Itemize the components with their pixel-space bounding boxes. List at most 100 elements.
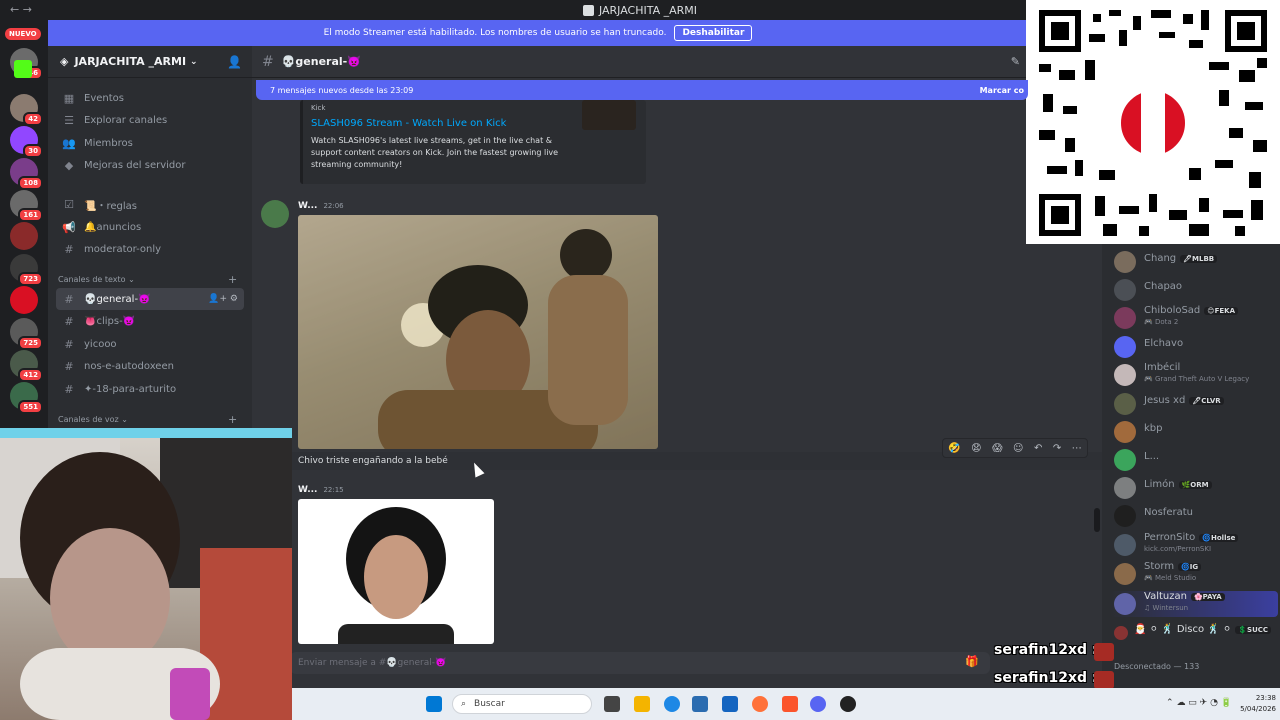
avatar [1114, 307, 1136, 329]
server-icon-2[interactable]: 42 [10, 94, 43, 126]
member-item[interactable]: Elchavo [1114, 334, 1278, 360]
sidebar-item-browse[interactable]: ☰ Explorar canales [56, 109, 244, 131]
reaction-emoji-icon[interactable]: 😧 [971, 443, 981, 454]
voice-category[interactable]: Canales de voz ⌄ + [58, 413, 237, 426]
hash-icon: # [64, 337, 74, 351]
task-view-icon[interactable] [604, 696, 620, 712]
windows-start-icon[interactable] [426, 696, 442, 712]
message-author[interactable]: W... 22:06 [298, 201, 344, 211]
channel-autodoxeen[interactable]: # nos-e-autodoxeen [56, 355, 244, 377]
firefox-icon[interactable] [752, 696, 768, 712]
scrollbar-thumb[interactable] [1094, 508, 1100, 532]
system-tray-icons[interactable]: ⌃ ☁ ▭ ✈ ◔ 🔋 [1166, 698, 1232, 708]
channel-moderator-only[interactable]: # moderator-only [56, 238, 244, 260]
reply-icon[interactable]: ↶ [1034, 443, 1042, 454]
server-icon-5[interactable]: 161 [10, 190, 43, 222]
server-icon-7[interactable]: 723 [10, 254, 43, 286]
avatar[interactable] [261, 200, 289, 228]
message-placeholder: Enviar mensaje a #💀general-👿 [298, 658, 447, 668]
mark-read-button[interactable]: Marcar co [980, 86, 1024, 95]
outlook-icon[interactable] [722, 696, 738, 712]
channel-18[interactable]: # ✦-18-para-arturito [56, 378, 244, 400]
member-item[interactable]: PerronSito 🌀Hollse kick.com/PerronSKI [1114, 532, 1278, 558]
server-icon-8[interactable] [10, 286, 38, 314]
forward-icon[interactable]: ↷ [1053, 443, 1061, 454]
attached-photo[interactable] [298, 499, 494, 644]
reaction-emoji-icon[interactable]: 🤣 [948, 443, 960, 454]
member-name: Storm 🌀IG [1144, 561, 1202, 572]
taskbar-search[interactable]: ⌕ Buscar [452, 694, 592, 714]
message-input[interactable]: Enviar mensaje a #💀general-👿 [290, 652, 990, 674]
stream-chat-overlay: serafin12xd : serafin12xd : [990, 642, 1118, 690]
edge-icon[interactable] [664, 696, 680, 712]
channel-yicooo[interactable]: # yicooo [56, 333, 244, 355]
nav-arrows[interactable]: ← → [10, 3, 32, 16]
embed-thumbnail[interactable] [582, 100, 636, 130]
taskbar-clock[interactable]: 23:38 5/04/2026 [1240, 693, 1276, 715]
guild-header[interactable]: ◈ JARJACHITA _ARMI ⌄ 👤 [48, 46, 252, 78]
member-item[interactable]: ChiboloSad 😊FEKA 🎮 Dota 2 [1114, 305, 1278, 331]
server-icon-9[interactable]: 725 [10, 318, 43, 350]
channel-header: # 💀general-👿 ✎ [252, 46, 1028, 78]
link-embed: Kick SLASH096 Stream - Watch Live on Kic… [300, 100, 646, 184]
member-item[interactable]: Storm 🌀IG 🎮 Meld Studio [1114, 561, 1278, 587]
pin-icon[interactable]: ✎ [1011, 55, 1020, 68]
sidebar-item-events[interactable]: ▦ Eventos [56, 87, 244, 109]
channel-announcements[interactable]: 📢 🔔anuncios [56, 216, 244, 238]
member-item[interactable]: Nosferatu [1114, 503, 1278, 529]
add-channel-icon[interactable]: + [228, 273, 237, 286]
server-icon-6[interactable] [10, 222, 38, 250]
store-icon[interactable] [692, 696, 708, 712]
invite-icon[interactable]: 👤 [227, 55, 242, 69]
new-badge: NUEVO [5, 28, 41, 40]
channel-settings-icon[interactable]: 👤+ ⚙ [208, 294, 238, 304]
reaction-emoji-icon[interactable]: 😱 [992, 443, 1002, 454]
file-explorer-icon[interactable] [634, 696, 650, 712]
member-item[interactable]: Limón 🌿ORM [1114, 475, 1278, 501]
server-icon-10[interactable]: 412 [10, 350, 43, 382]
taskbar: ⌕ Buscar ⌃ ☁ ▭ ✈ ◔ 🔋 23:38 5/04/2026 [292, 688, 1280, 720]
clock-time: 23:38 [1255, 694, 1276, 702]
member-item[interactable]: Valtuzan 🌸PAYA ♫ Wintersun [1110, 591, 1278, 617]
server-icon-3[interactable]: 30 [10, 126, 43, 158]
channel-rules[interactable]: ☑ 📜・reglas [56, 193, 244, 215]
rules-icon: ☑ [64, 197, 74, 211]
member-item[interactable]: Jesus xd 🖊CLVR [1114, 391, 1278, 417]
disable-streamer-button[interactable]: Deshabilitar [674, 25, 753, 41]
member-item[interactable]: Chang 🖊MLBB [1114, 249, 1278, 275]
message-author[interactable]: W... 22:15 [298, 485, 344, 495]
discord-taskbar-icon[interactable] [810, 696, 826, 712]
avatar [1114, 593, 1136, 615]
sidebar-item-label: Eventos [84, 92, 124, 104]
member-name: kbp [1144, 423, 1163, 434]
attached-photo[interactable] [298, 215, 658, 449]
member-item[interactable]: kbp [1114, 419, 1278, 445]
channel-clips[interactable]: # 👅clips-👿 [56, 310, 244, 332]
more-icon[interactable]: ⋯ [1072, 443, 1082, 454]
brave-icon[interactable] [782, 696, 798, 712]
kick-icon[interactable] [14, 60, 32, 78]
shirt-shape [338, 624, 454, 644]
sidebar-item-members[interactable]: 👥 Miembros [56, 132, 244, 154]
member-item[interactable]: Imbécil 🎮 Grand Theft Auto V Legacy [1114, 362, 1278, 388]
sidebar-item-boost[interactable]: ◆ Mejoras del servidor [56, 154, 244, 176]
member-item[interactable]: L... [1114, 447, 1278, 473]
add-reaction-icon[interactable]: ☺ [1013, 443, 1023, 454]
server-badge: 42 [23, 112, 43, 126]
server-badge: 412 [18, 368, 43, 382]
new-messages-bar[interactable]: 7 mensajes nuevos desde las 23:09 Marcar… [256, 80, 1028, 100]
member-activity: 🎮 Grand Theft Auto V Legacy [1144, 375, 1250, 383]
text-category[interactable]: Canales de texto ⌄ + [58, 273, 237, 286]
obs-icon[interactable] [840, 696, 856, 712]
channel-general[interactable]: # 💀general-👿 👤+ ⚙ [56, 288, 244, 310]
add-channel-icon[interactable]: + [228, 413, 237, 426]
offline-header: Desconectado — 133 [1114, 662, 1200, 671]
member-item[interactable]: Chapao [1114, 277, 1278, 303]
gift-icon[interactable]: 🎁 [965, 655, 979, 668]
chevron-down-icon: ⌄ [190, 56, 198, 67]
server-icon-11[interactable]: 551 [10, 382, 43, 414]
member-name: PerronSito 🌀Hollse [1144, 532, 1239, 543]
member-item[interactable]: 🎅 ⚪ 🕺 Disco 🕺 ⚪ 💲SUCC [1114, 620, 1278, 646]
server-icon-4[interactable]: 108 [10, 158, 43, 190]
window-title-wrap: JARJACHITA _ARMI [582, 4, 697, 17]
